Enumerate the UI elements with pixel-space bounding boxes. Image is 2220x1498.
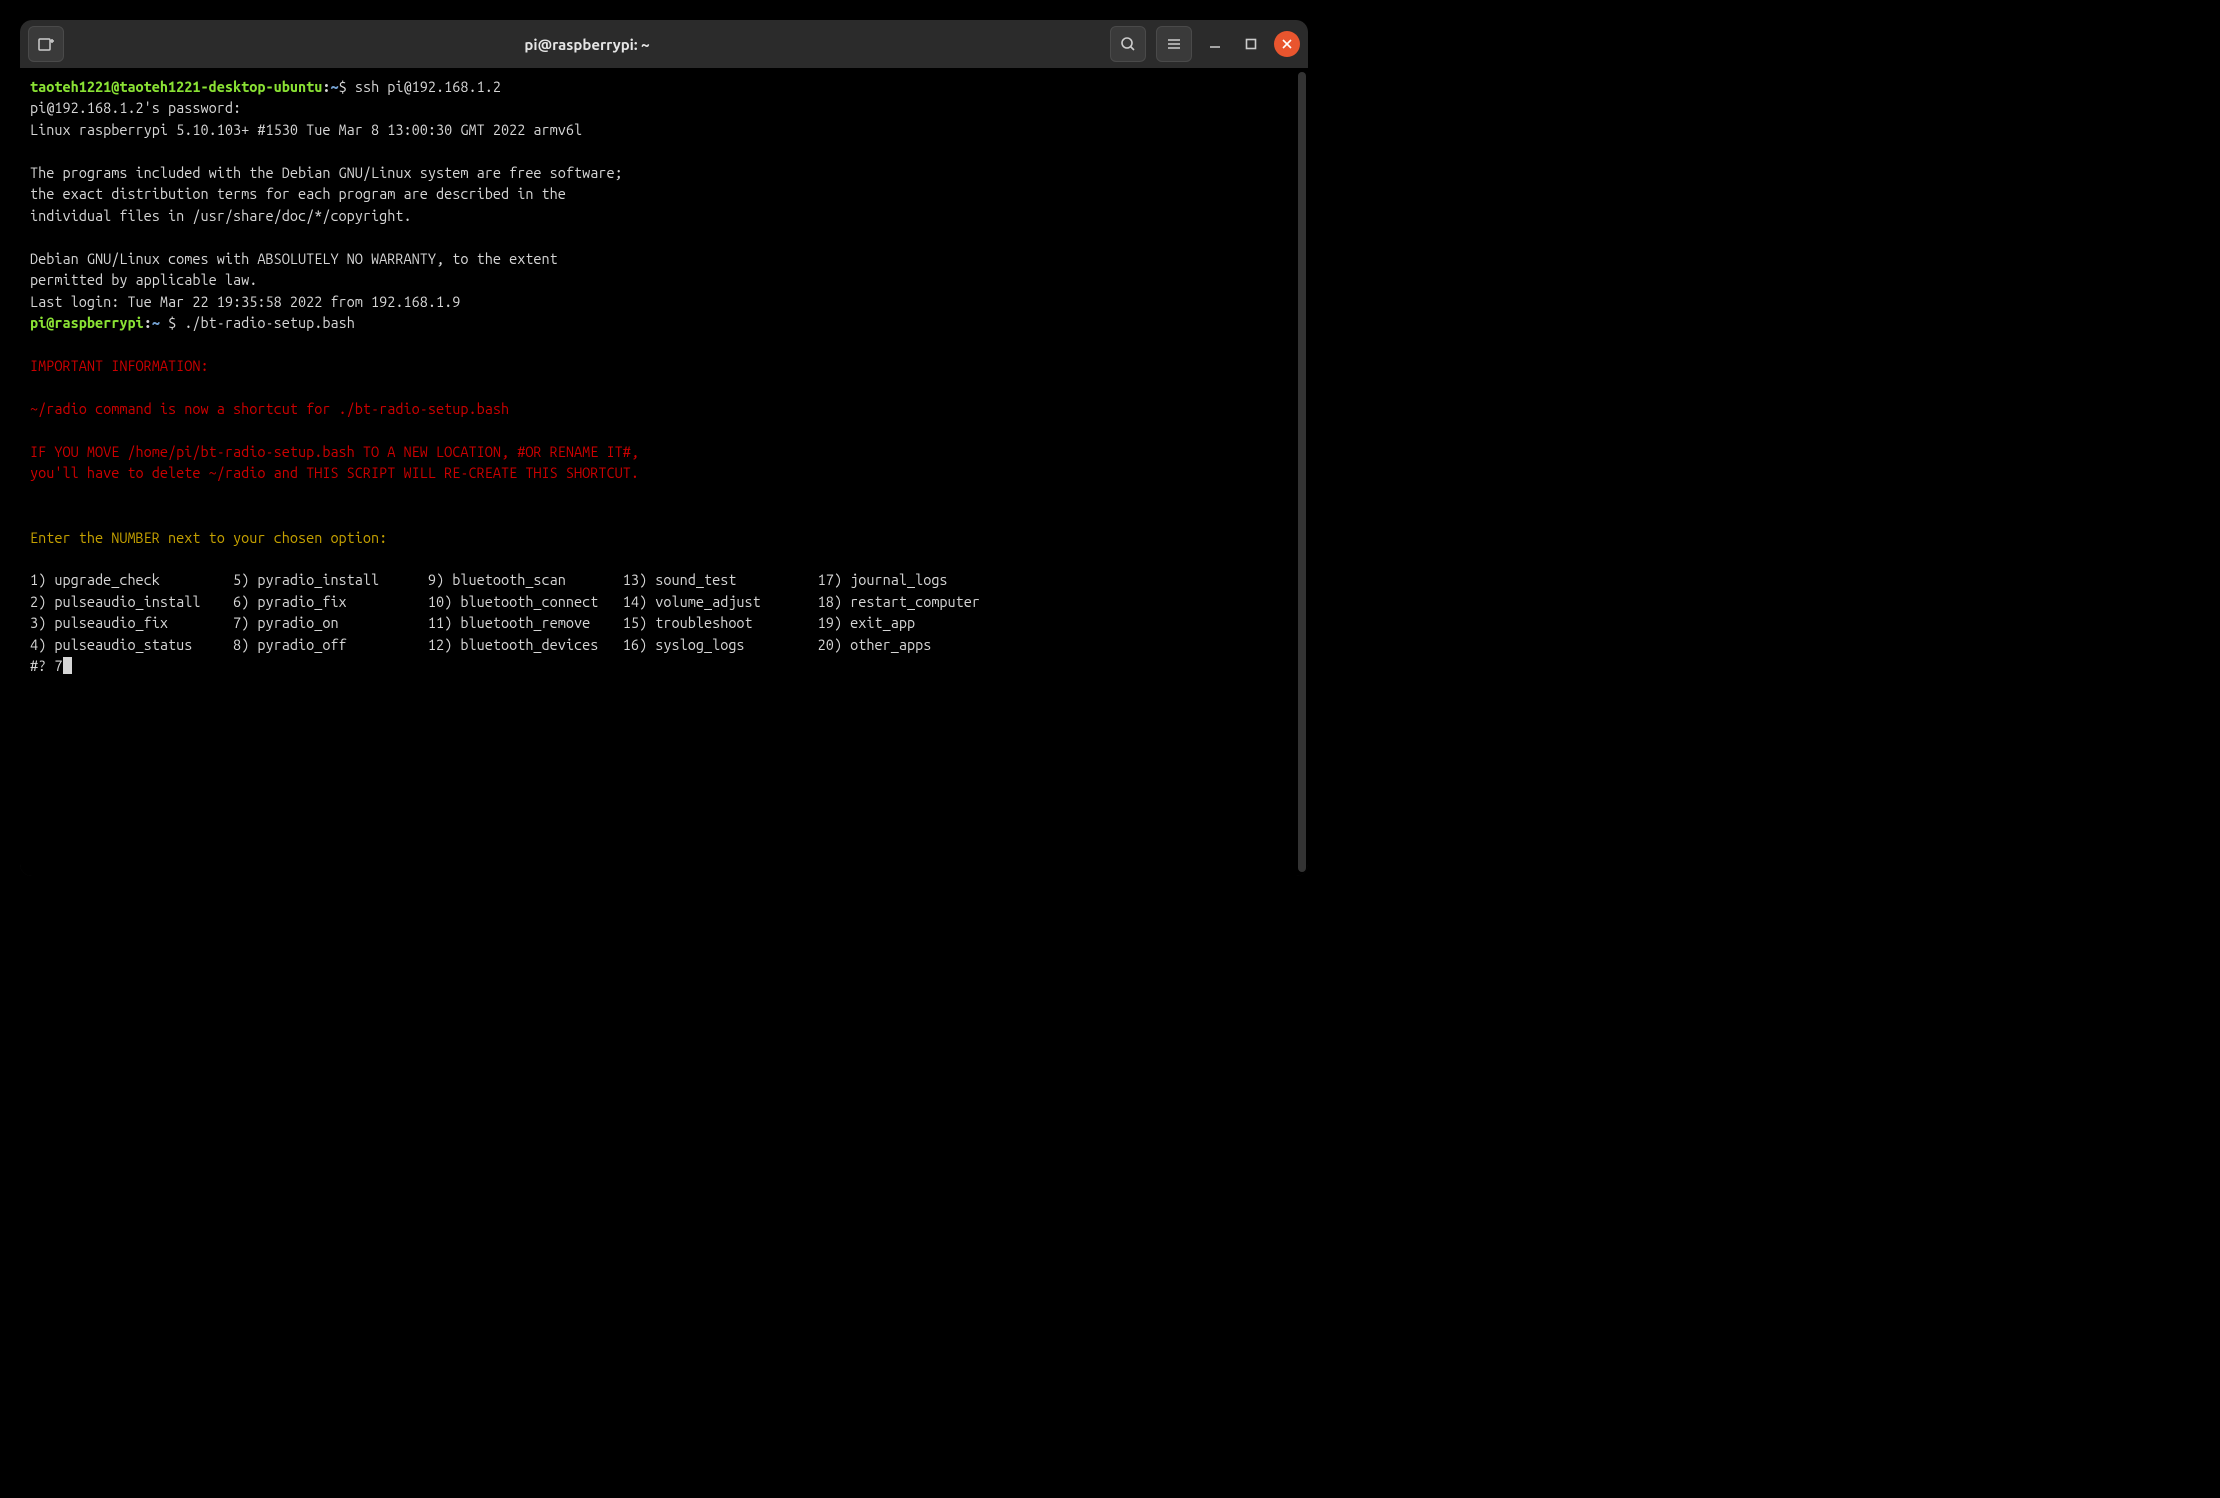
terminal-window: pi@raspberrypi: ~ (20, 20, 1308, 876)
prompt-symbol: $ (339, 78, 355, 95)
menu-prompt: Enter the NUMBER next to your chosen opt… (30, 529, 387, 546)
terminal-content[interactable]: taoteh1221@taoteh1221-desktop-ubuntu:~$ … (20, 68, 1308, 876)
new-tab-button[interactable] (28, 26, 64, 62)
close-icon (1282, 39, 1292, 49)
prompt-path: ~ (330, 78, 338, 95)
kernel-info: Linux raspberrypi 5.10.103+ #1530 Tue Ma… (30, 121, 582, 138)
script-info: you'll have to delete ~/radio and THIS S… (30, 464, 639, 481)
minimize-button[interactable] (1202, 31, 1228, 57)
input-value: 7 (54, 657, 62, 674)
maximize-icon (1245, 38, 1257, 50)
ssh-password-prompt: pi@192.168.1.2's password: (30, 99, 241, 116)
command-text: ./bt-radio-setup.bash (184, 314, 355, 331)
menu-row: 3) pulseaudio_fix 7) pyradio_on 11) blue… (30, 614, 915, 631)
search-button[interactable] (1110, 26, 1146, 62)
window-title: pi@raspberrypi: ~ (64, 36, 1110, 53)
menu-row: 2) pulseaudio_install 6) pyradio_fix 10)… (30, 593, 980, 610)
menu-row: 1) upgrade_check 5) pyradio_install 9) b… (30, 571, 948, 588)
new-tab-icon (37, 35, 55, 53)
menu-row: 4) pulseaudio_status 8) pyradio_off 12) … (30, 636, 931, 653)
motd-line: the exact distribution terms for each pr… (30, 185, 566, 202)
hamburger-icon (1166, 36, 1182, 52)
script-info: ~/radio command is now a shortcut for ./… (30, 400, 509, 417)
script-header: IMPORTANT INFORMATION: (30, 357, 209, 374)
motd-line: permitted by applicable law. (30, 271, 257, 288)
minimize-icon (1209, 38, 1221, 50)
search-icon (1120, 36, 1136, 52)
titlebar: pi@raspberrypi: ~ (20, 20, 1308, 68)
close-button[interactable] (1274, 31, 1300, 57)
scrollbar[interactable] (1298, 72, 1306, 872)
last-login: Last login: Tue Mar 22 19:35:58 2022 fro… (30, 293, 460, 310)
prompt-symbol: $ (168, 314, 184, 331)
prompt-userhost: taoteh1221@taoteh1221-desktop-ubuntu (30, 78, 322, 95)
menu-button[interactable] (1156, 26, 1192, 62)
prompt-userhost: pi@raspberrypi (30, 314, 144, 331)
menu-options: 1) upgrade_check 5) pyradio_install 9) b… (30, 571, 980, 652)
motd-line: Debian GNU/Linux comes with ABSOLUTELY N… (30, 250, 558, 267)
motd-line: The programs included with the Debian GN… (30, 164, 623, 181)
script-info: IF YOU MOVE /home/pi/bt-radio-setup.bash… (30, 443, 639, 460)
cursor (63, 657, 72, 674)
input-prompt: #? (30, 657, 46, 674)
command-text: ssh pi@192.168.1.2 (355, 78, 501, 95)
prompt-path: ~ (152, 314, 168, 331)
maximize-button[interactable] (1238, 31, 1264, 57)
motd-line: individual files in /usr/share/doc/*/cop… (30, 207, 412, 224)
prompt-sep: : (144, 314, 152, 331)
